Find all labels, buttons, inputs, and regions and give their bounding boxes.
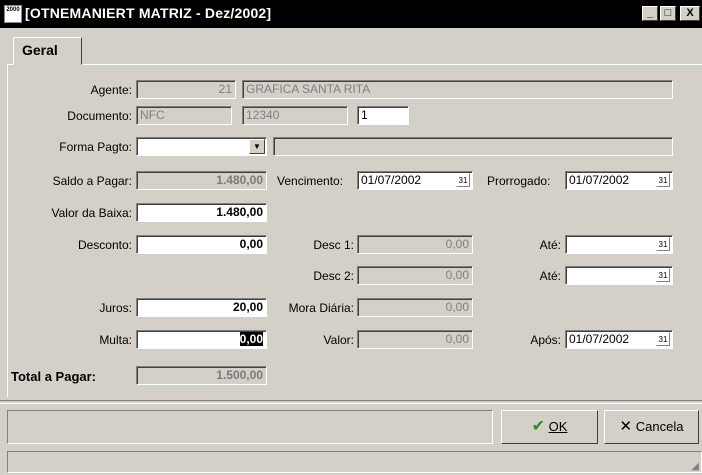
calendar-icon[interactable]: 31 [656, 332, 670, 346]
forma-pagto-extra-field [273, 137, 673, 156]
desconto-field[interactable]: 0,00 [136, 235, 267, 254]
agente-code-field[interactable]: 21 [136, 80, 236, 99]
multa-label: Multa: [99, 333, 132, 347]
status-bar: ◢ [7, 451, 702, 473]
apos-value: 01/07/2002 [569, 332, 630, 346]
desc1-field[interactable]: 0,00 [357, 235, 473, 254]
tab-geral[interactable]: Geral [13, 37, 82, 65]
vencimento-field[interactable]: 01/07/2002 31 [357, 171, 473, 190]
ok-button[interactable]: ✔ OK [501, 410, 598, 444]
total-pagar-field[interactable]: 1.500,00 [136, 366, 267, 385]
agente-name-field[interactable]: GRAFICA SANTA RITA [242, 80, 673, 99]
multa-value-selected: 0,00 [239, 332, 263, 346]
desc2-field[interactable]: 0,00 [357, 266, 473, 285]
saldo-pagar-label: Saldo a Pagar: [52, 174, 132, 188]
valor-baixa-field[interactable]: 1.480,00 [136, 203, 267, 222]
calendar-icon[interactable]: 31 [656, 173, 670, 187]
tab-geral-label: Geral [22, 42, 58, 58]
valor-field[interactable]: 0,00 [357, 330, 473, 349]
vencimento-label: Vencimento: [277, 174, 344, 188]
close-button[interactable]: X [680, 6, 700, 21]
mora-diaria-label: Mora Diária: [288, 301, 354, 315]
desc1-label: Desc 1: [313, 238, 354, 252]
saldo-pagar-field[interactable]: 1.480,00 [136, 171, 267, 190]
agente-label: Agente: [90, 83, 132, 97]
desconto-label: Desconto: [77, 238, 132, 252]
resize-grip-icon[interactable]: ◢ [691, 461, 699, 472]
cancela-button[interactable]: ✕ Cancela [604, 410, 699, 444]
calendar-icon[interactable]: 31 [656, 237, 670, 251]
window-title: [OTNEMANIERT MATRIZ - Dez/2002] [25, 5, 272, 21]
calendar-icon[interactable]: 31 [656, 268, 670, 282]
title-bar[interactable]: 2000 [OTNEMANIERT MATRIZ - Dez/2002] _ □… [0, 0, 702, 28]
documento-tipo-field[interactable]: NFC [136, 106, 232, 125]
app-icon[interactable]: 2000 [4, 5, 22, 23]
prorrogado-field[interactable]: 01/07/2002 31 [565, 171, 673, 190]
multa-field[interactable]: 0,00 [136, 330, 267, 349]
prorrogado-value: 01/07/2002 [569, 173, 630, 187]
ok-label: OK [548, 419, 568, 434]
ate1-field[interactable]: 31 [565, 235, 673, 254]
ate2-field[interactable]: 31 [565, 266, 673, 285]
total-pagar-label: Total a Pagar: [11, 369, 97, 384]
cancela-label: Cancela [635, 419, 684, 434]
forma-pagto-label: Forma Pagto: [59, 140, 132, 154]
bottom-separator [0, 400, 702, 404]
apos-label: Após: [530, 333, 561, 347]
chevron-down-icon[interactable]: ▼ [249, 139, 265, 154]
maximize-icon: □ [664, 7, 672, 19]
apos-field[interactable]: 01/07/2002 31 [565, 330, 673, 349]
documento-label: Documento: [67, 109, 132, 123]
ate1-label: Até: [539, 238, 561, 252]
app-icon-text: 2000 [6, 7, 20, 13]
documento-parcela-field[interactable]: 1 [357, 106, 409, 125]
check-icon: ✔ [531, 418, 545, 435]
minimize-button[interactable]: _ [642, 6, 658, 21]
message-panel [7, 410, 493, 444]
valor-label: Valor: [323, 333, 354, 347]
documento-numero-field[interactable]: 12340 [242, 106, 348, 125]
ate2-label: Até: [539, 269, 561, 283]
valor-baixa-label: Valor da Baixa: [51, 206, 133, 220]
prorrogado-label: Prorrogado: [487, 174, 551, 188]
cancel-icon: ✕ [619, 418, 633, 435]
forma-pagto-select[interactable]: ▼ [136, 137, 267, 156]
maximize-button[interactable]: □ [660, 6, 676, 21]
minimize-icon: _ [646, 7, 654, 19]
mora-diaria-field[interactable]: 0,00 [357, 298, 473, 317]
vencimento-value: 01/07/2002 [361, 173, 422, 187]
juros-field[interactable]: 20,00 [136, 298, 267, 317]
desc2-label: Desc 2: [313, 269, 354, 283]
calendar-icon[interactable]: 31 [456, 173, 470, 187]
close-icon: X [686, 7, 694, 19]
juros-label: Juros: [99, 301, 132, 315]
